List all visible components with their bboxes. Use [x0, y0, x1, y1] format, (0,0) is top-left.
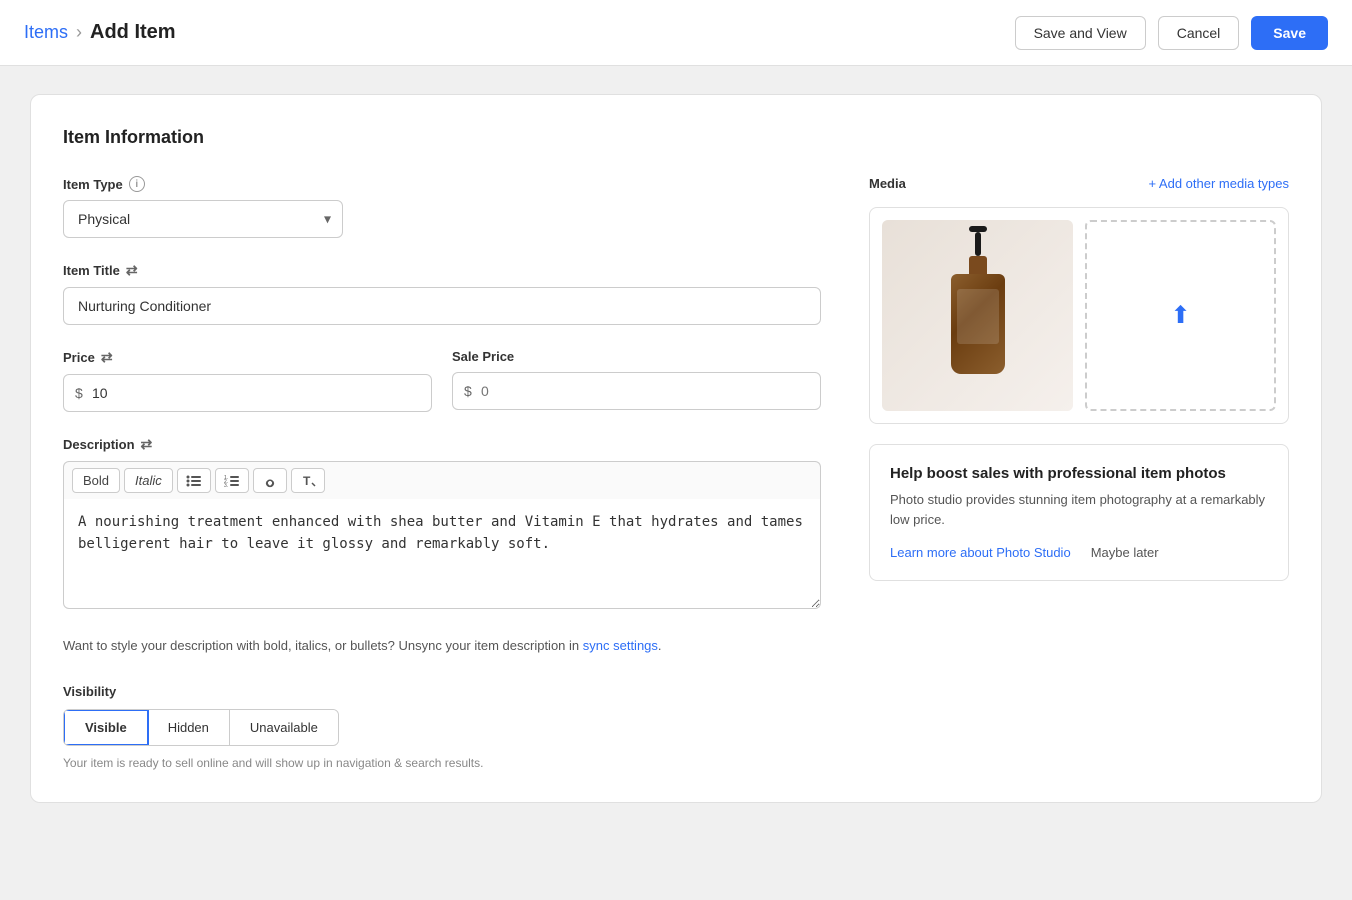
description-toolbar: Bold Italic 1.2.3. T: [63, 461, 821, 499]
description-textarea[interactable]: A nourishing treatment enhanced with she…: [63, 499, 821, 609]
form-layout: Item Type i Physical Digital Service ▾: [63, 176, 1289, 770]
photo-studio-title: Help boost sales with professional item …: [890, 465, 1268, 482]
visibility-section: Visibility Visible Hidden Unavailable Yo…: [63, 684, 821, 770]
description-field: Description ⇄ Bold Italic 1.2.3.: [63, 436, 821, 612]
description-hint: Want to style your description with bold…: [63, 636, 821, 656]
link-button[interactable]: [253, 468, 287, 493]
sync-icon[interactable]: ⇄: [126, 262, 138, 279]
photo-studio-card: Help boost sales with professional item …: [869, 444, 1289, 581]
media-grid: ⬆: [869, 207, 1289, 424]
photo-studio-actions: Learn more about Photo Studio Maybe late…: [890, 545, 1268, 560]
sale-price-currency-symbol: $: [464, 383, 472, 399]
bullet-list-button[interactable]: [177, 468, 211, 493]
bottle-pump: [975, 232, 981, 256]
visibility-label: Visibility: [63, 684, 821, 699]
page-title: Add Item: [90, 21, 176, 44]
description-sync-icon[interactable]: ⇄: [141, 436, 153, 453]
item-title-label: Item Title ⇄: [63, 262, 821, 279]
media-header: Media + Add other media types: [869, 176, 1289, 191]
price-field: Price ⇄ $: [63, 349, 432, 412]
learn-more-photo-studio-link[interactable]: Learn more about Photo Studio: [890, 545, 1071, 560]
media-section: Media + Add other media types: [869, 176, 1289, 424]
save-and-view-button[interactable]: Save and View: [1015, 16, 1146, 50]
main-content: Item Information Item Type i Physical Di…: [0, 66, 1352, 831]
item-type-field: Item Type i Physical Digital Service ▾: [63, 176, 821, 238]
upload-icon: ⬆: [1170, 301, 1190, 330]
cancel-button[interactable]: Cancel: [1158, 16, 1240, 50]
item-type-label: Item Type i: [63, 176, 821, 192]
item-type-select-wrapper: Physical Digital Service ▾: [63, 200, 343, 238]
sync-settings-link[interactable]: sync settings: [583, 638, 658, 653]
item-form-card: Item Information Item Type i Physical Di…: [30, 94, 1322, 803]
card-title: Item Information: [63, 127, 1289, 148]
maybe-later-button[interactable]: Maybe later: [1091, 545, 1159, 560]
visible-button[interactable]: Visible: [63, 709, 149, 746]
bold-button[interactable]: Bold: [72, 468, 120, 493]
breadcrumb-items-link[interactable]: Items: [24, 22, 68, 43]
bottle-body: [951, 274, 1005, 374]
breadcrumb-separator: ›: [76, 22, 82, 43]
svg-text:3.: 3.: [224, 483, 228, 488]
visibility-hint: Your item is ready to sell online and wi…: [63, 756, 821, 770]
header: Items › Add Item Save and View Cancel Sa…: [0, 0, 1352, 66]
hidden-button[interactable]: Hidden: [148, 710, 230, 745]
ordered-list-button[interactable]: 1.2.3.: [215, 468, 249, 493]
sale-price-field: Sale Price $: [452, 349, 821, 412]
item-title-input[interactable]: [63, 287, 821, 325]
sale-price-input-wrapper: $: [452, 372, 821, 410]
text-style-button[interactable]: T: [291, 468, 325, 493]
form-right: Media + Add other media types: [869, 176, 1289, 770]
bottle-pump-head: [969, 226, 987, 232]
unavailable-button[interactable]: Unavailable: [230, 710, 338, 745]
add-other-media-link[interactable]: + Add other media types: [1148, 176, 1289, 191]
item-type-info-icon[interactable]: i: [129, 176, 145, 192]
photo-studio-description: Photo studio provides stunning item phot…: [890, 490, 1268, 529]
sale-price-input[interactable]: [452, 372, 821, 410]
header-left: Items › Add Item: [24, 21, 176, 44]
visibility-buttons: Visible Hidden Unavailable: [63, 709, 339, 746]
item-type-select[interactable]: Physical Digital Service: [63, 200, 343, 238]
price-input-wrapper: $: [63, 374, 432, 412]
media-title: Media: [869, 176, 906, 191]
price-input[interactable]: [63, 374, 432, 412]
price-label: Price ⇄: [63, 349, 432, 366]
form-left: Item Type i Physical Digital Service ▾: [63, 176, 821, 770]
svg-text:T: T: [303, 474, 311, 488]
header-actions: Save and View Cancel Save: [1015, 16, 1328, 50]
sale-price-label: Sale Price: [452, 349, 821, 364]
bottle-icon: [948, 256, 1008, 376]
description-label: Description ⇄: [63, 436, 821, 453]
price-sync-icon[interactable]: ⇄: [101, 349, 113, 366]
product-image[interactable]: [882, 220, 1073, 411]
save-button[interactable]: Save: [1251, 16, 1328, 50]
italic-button[interactable]: Italic: [124, 468, 173, 493]
price-currency-symbol: $: [75, 385, 83, 401]
price-row: Price ⇄ $ Sale Price $: [63, 349, 821, 436]
item-title-field: Item Title ⇄: [63, 262, 821, 325]
media-upload-box[interactable]: ⬆: [1085, 220, 1276, 411]
bottle-neck: [969, 256, 987, 274]
product-image-visual: [882, 220, 1073, 411]
bottle-label: [957, 289, 999, 344]
